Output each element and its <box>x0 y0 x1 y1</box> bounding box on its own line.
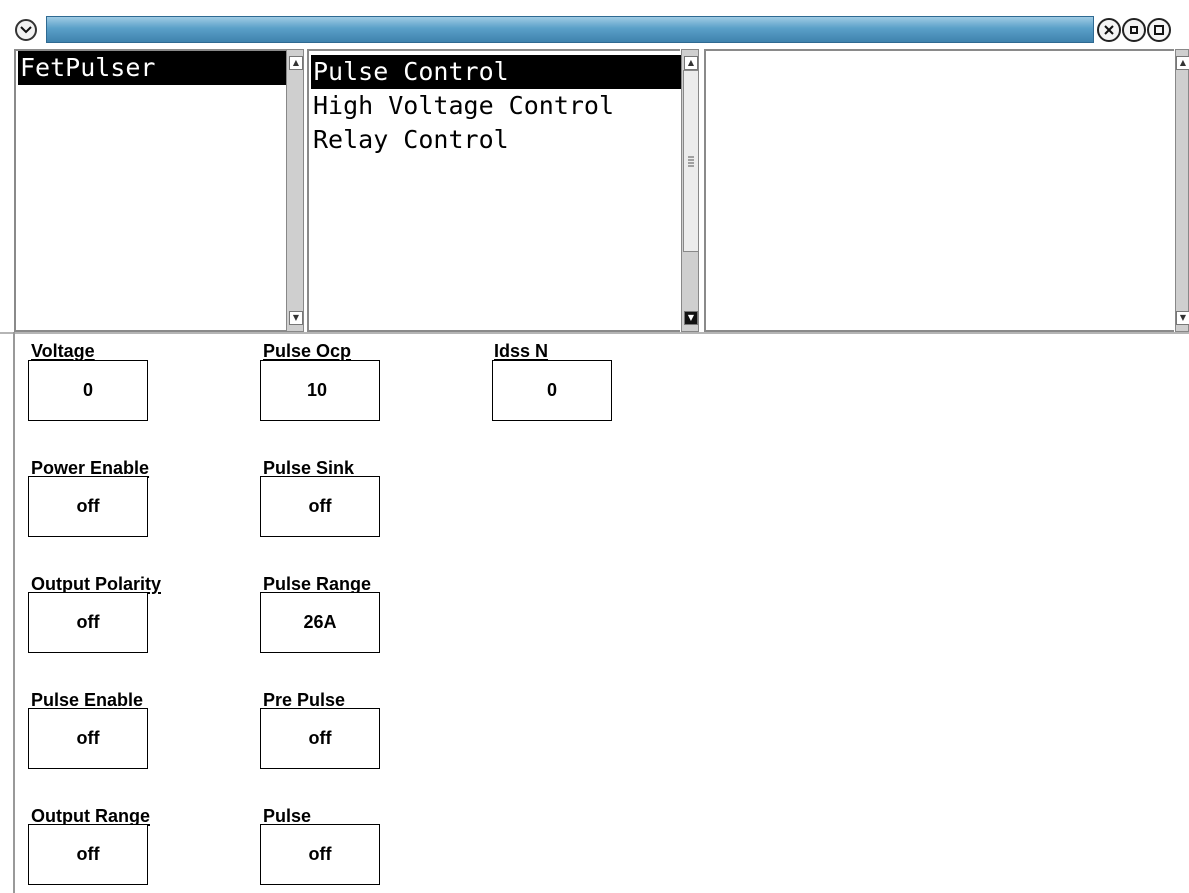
minimize-icon <box>1130 26 1138 34</box>
minimize-button[interactable] <box>1122 18 1146 42</box>
pulse-ocp-field[interactable]: 10 <box>260 360 380 421</box>
power-enable-toggle[interactable]: off <box>28 476 148 537</box>
detail-list-scrollbar[interactable]: ▲ ▼ <box>1175 49 1189 332</box>
scroll-down-icon[interactable]: ▼ <box>684 311 698 325</box>
device-list[interactable]: FetPulser <box>14 49 286 332</box>
list-item-relay-control[interactable]: Relay Control <box>311 123 509 157</box>
idss-n-field[interactable]: 0 <box>492 360 612 421</box>
idss-n-label: Idss N <box>494 341 549 361</box>
pre-pulse-toggle[interactable]: off <box>260 708 380 769</box>
output-range-select[interactable]: off <box>28 824 148 885</box>
control-list-scrollbar[interactable]: ▲ ▼ <box>681 49 699 332</box>
list-item-high-voltage-control[interactable]: High Voltage Control <box>311 89 614 123</box>
pulse-range-select[interactable]: 26A <box>260 592 380 653</box>
pulse-enable-toggle[interactable]: off <box>28 708 148 769</box>
close-button[interactable] <box>1097 18 1121 42</box>
scroll-up-icon[interactable]: ▲ <box>684 56 698 70</box>
window-menu-button[interactable] <box>15 19 37 41</box>
window-title-strip[interactable] <box>46 16 1094 43</box>
voltage-label: Voltage <box>31 341 95 361</box>
grip-icon <box>688 156 694 167</box>
detail-list[interactable] <box>704 49 1174 332</box>
panel-left-border <box>13 332 15 893</box>
pulse-ocp-label: Pulse Ocp <box>263 341 352 361</box>
scroll-down-icon[interactable]: ▼ <box>1176 311 1189 325</box>
panel-divider <box>0 332 1189 334</box>
maximize-button[interactable] <box>1147 18 1171 42</box>
scrollbar-thumb[interactable] <box>683 70 699 252</box>
list-item-fetpulser[interactable]: FetPulser <box>18 51 286 85</box>
output-polarity-toggle[interactable]: off <box>28 592 148 653</box>
list-item-pulse-control[interactable]: Pulse Control <box>311 55 682 89</box>
scroll-down-icon[interactable]: ▼ <box>289 311 303 325</box>
control-list[interactable]: Pulse Control High Voltage Control Relay… <box>307 49 682 332</box>
close-icon <box>1104 25 1114 35</box>
scroll-up-icon[interactable]: ▲ <box>289 56 303 70</box>
voltage-field[interactable]: 0 <box>28 360 148 421</box>
pulse-sink-toggle[interactable]: off <box>260 476 380 537</box>
pulse-toggle[interactable]: off <box>260 824 380 885</box>
maximize-icon <box>1154 25 1164 35</box>
scroll-up-icon[interactable]: ▲ <box>1176 56 1189 70</box>
device-list-scrollbar[interactable]: ▲ ▼ <box>286 49 304 332</box>
chevron-down-icon <box>20 26 32 34</box>
